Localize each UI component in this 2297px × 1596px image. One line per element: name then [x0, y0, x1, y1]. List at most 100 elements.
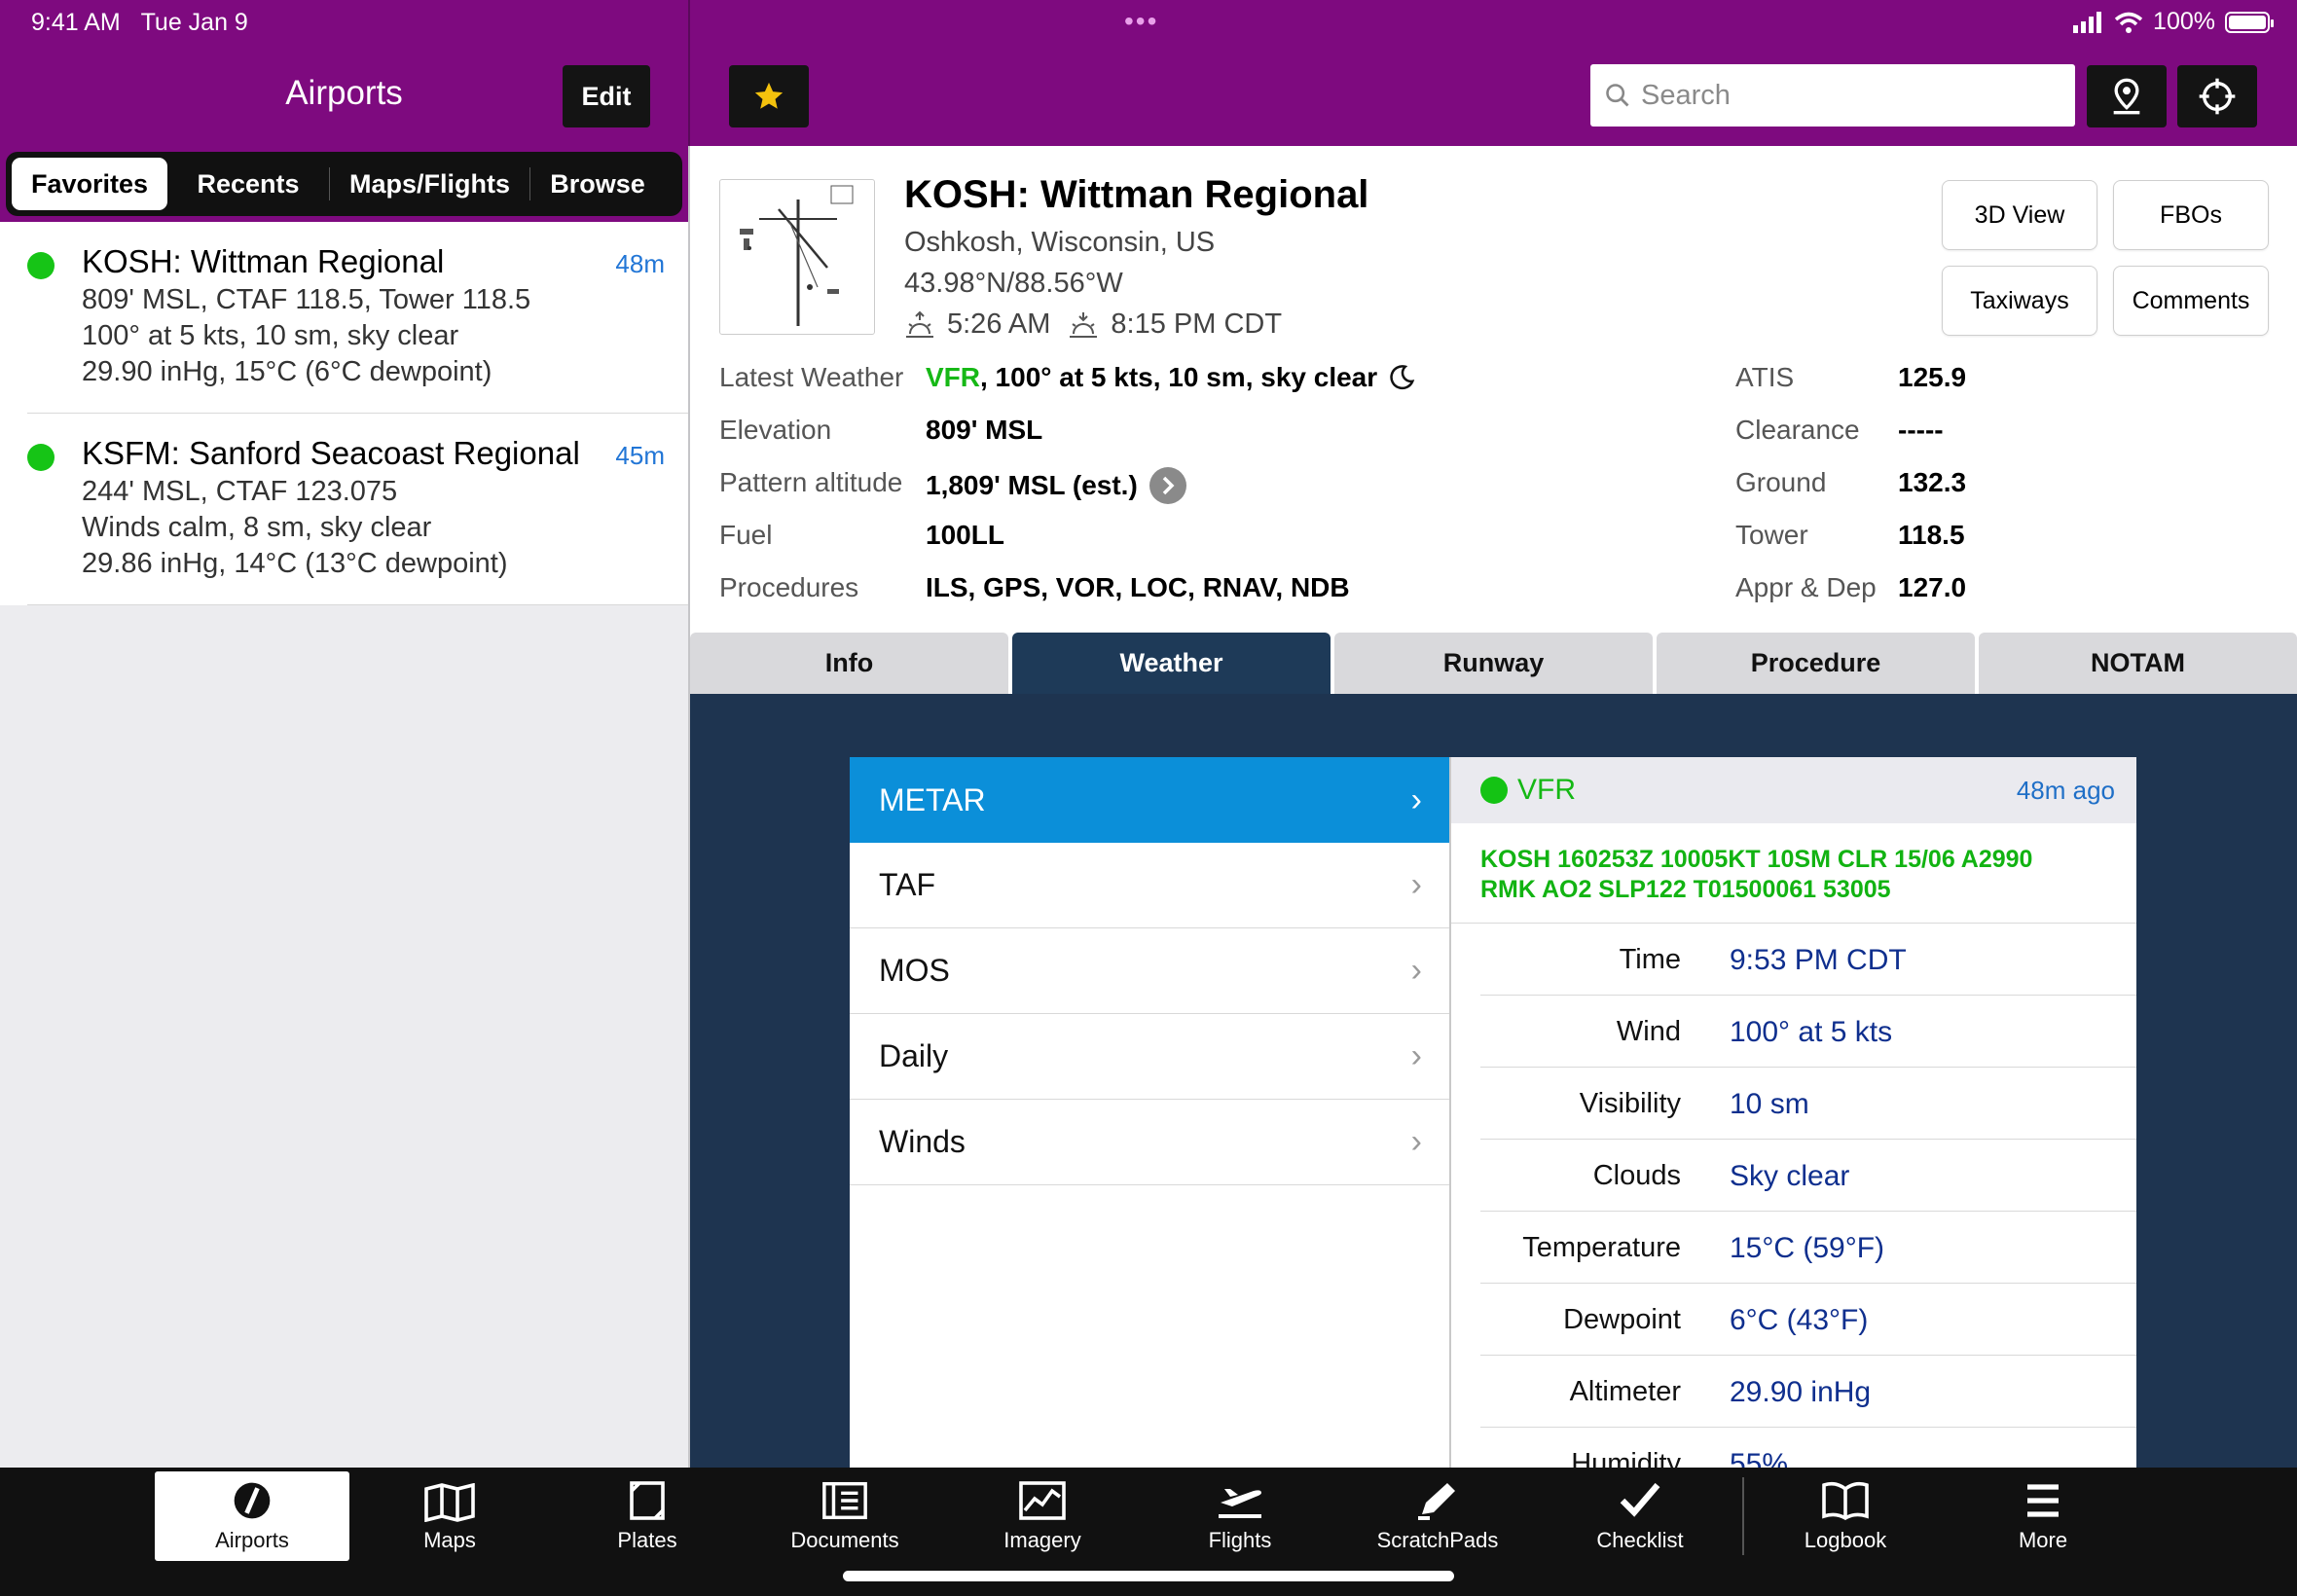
airport-title: KOSH: Wittman Regional	[904, 173, 1369, 216]
tabbar-checklist[interactable]: Checklist	[1543, 1471, 1737, 1561]
tab-weather[interactable]: Weather	[1012, 633, 1331, 694]
favorite-button[interactable]	[729, 65, 809, 127]
tab-notam[interactable]: NOTAM	[1979, 633, 2297, 694]
imagery-icon	[1019, 1481, 1066, 1520]
metar-key: Clouds	[1592, 1160, 1681, 1191]
taxiways-button[interactable]: Taxiways	[1942, 266, 2097, 336]
list-item[interactable]: KOSH: Wittman Regional 48m 809' MSL, CTA…	[27, 222, 688, 414]
metar-row-time: Time 9:53 PM CDT	[1480, 924, 2136, 996]
menu-item-winds[interactable]: Winds ›	[850, 1100, 1449, 1185]
metar-row-altimeter: Altimeter 29.90 inHg	[1480, 1356, 2136, 1428]
latest-weather-label: Latest Weather	[719, 362, 904, 392]
tabbar-flights[interactable]: Flights	[1143, 1471, 1337, 1561]
search-field[interactable]	[1590, 64, 2075, 127]
checkmark-icon	[1620, 1482, 1660, 1517]
fbos-button[interactable]: FBOs	[2113, 180, 2269, 250]
tabbar-plates[interactable]: Plates	[550, 1471, 745, 1561]
airport-detail-line: 29.90 inHg, 15°C (6°C dewpoint)	[82, 356, 492, 387]
clock: 9:41 AM	[31, 9, 121, 36]
fuel-value: 100LL	[926, 520, 1004, 550]
weather-summary: , 100° at 5 kts, 10 sm, sky clear	[980, 362, 1378, 392]
airport-diagram-thumbnail[interactable]	[719, 179, 875, 335]
pattern-altitude-value: 1,809' MSL (est.)	[926, 467, 1186, 504]
metar-row-humidity: Humidity 55%	[1480, 1428, 2136, 1468]
tabbar-label: Flights	[1208, 1528, 1272, 1552]
pattern-altitude-label: Pattern altitude	[719, 467, 903, 497]
menu-label: METAR	[879, 781, 986, 817]
weather-age: 45m	[615, 441, 665, 470]
segment-browse[interactable]: Browse	[530, 158, 665, 210]
menu-item-taf[interactable]: TAF ›	[850, 843, 1449, 928]
metar-key: Temperature	[1522, 1232, 1681, 1263]
search-input[interactable]	[1641, 79, 2050, 112]
chevron-right-icon: ›	[1410, 780, 1422, 818]
latest-weather-value[interactable]: VFR , 100° at 5 kts, 10 sm, sky clear	[926, 362, 1416, 393]
airport-diagram-icon	[740, 185, 854, 326]
tab-procedure[interactable]: Procedure	[1657, 633, 1975, 694]
battery-percent: 100%	[2153, 8, 2215, 35]
segment-favorites[interactable]: Favorites	[12, 158, 167, 210]
flight-rule-label: VFR	[1517, 774, 1576, 806]
appr-dep-frequency[interactable]: 127.0	[1898, 572, 1966, 603]
segment-maps-flights[interactable]: Maps/Flights	[330, 158, 529, 210]
moon-icon	[1390, 365, 1415, 390]
tabbar-logbook[interactable]: Logbook	[1748, 1471, 1943, 1561]
tabbar-imagery[interactable]: Imagery	[945, 1471, 1140, 1561]
wifi-icon	[2114, 12, 2143, 33]
tabbar-maps[interactable]: Maps	[352, 1471, 547, 1561]
menu-label: TAF	[879, 867, 936, 902]
tab-runway[interactable]: Runway	[1334, 633, 1653, 694]
metar-row-visibility: Visibility 10 sm	[1480, 1068, 2136, 1140]
procedures-label: Procedures	[719, 572, 859, 602]
metar-row-dewpoint: Dewpoint 6°C (43°F)	[1480, 1284, 2136, 1356]
3d-view-button[interactable]: 3D View	[1942, 180, 2097, 250]
locate-button[interactable]	[2177, 65, 2257, 127]
airport-coordinates: 43.98°N/88.56°W	[904, 268, 1123, 299]
metar-key: Time	[1619, 944, 1681, 975]
airport-detail-line: 100° at 5 kts, 10 sm, sky clear	[82, 320, 459, 351]
metar-key: Altimeter	[1569, 1376, 1681, 1407]
fuel-label: Fuel	[719, 520, 773, 550]
metar-key: Wind	[1616, 1016, 1681, 1047]
raw-metar-line: KOSH 160253Z 10005KT 10SM CLR 15/06 A299…	[1480, 846, 2033, 873]
tabbar-label: Imagery	[1003, 1528, 1081, 1552]
metar-value: 100° at 5 kts	[1730, 1016, 1893, 1048]
metar-value: 9:53 PM CDT	[1730, 944, 1907, 976]
vfr-status-dot	[27, 252, 55, 279]
tower-frequency[interactable]: 118.5	[1898, 520, 1965, 551]
comments-button[interactable]: Comments	[2113, 266, 2269, 336]
multitask-dots[interactable]: •••	[1124, 6, 1158, 37]
status-indicators: 100%	[2073, 8, 2274, 36]
tabbar-label: ScratchPads	[1376, 1528, 1499, 1552]
tabbar-label: Airports	[215, 1528, 289, 1552]
flight-rule: VFR	[926, 362, 980, 392]
tabbar-airports[interactable]: Airports	[155, 1471, 349, 1561]
airplane-icon	[1219, 1489, 1261, 1518]
ground-frequency[interactable]: 132.3	[1898, 467, 1966, 498]
edit-button[interactable]: Edit	[563, 65, 650, 127]
segment-recents[interactable]: Recents	[167, 158, 329, 210]
tabbar-scratchpads[interactable]: ScratchPads	[1340, 1471, 1535, 1561]
list-item[interactable]: KSFM: Sanford Seacoast Regional 45m 244'…	[27, 414, 688, 605]
airport-detail-line: Winds calm, 8 sm, sky clear	[82, 512, 432, 543]
sunset-icon	[1070, 311, 1098, 338]
chevron-right-circle-icon[interactable]	[1148, 467, 1186, 504]
metar-value: 6°C (43°F)	[1730, 1304, 1869, 1336]
tab-info[interactable]: Info	[690, 633, 1008, 694]
map-pin-button[interactable]	[2087, 65, 2167, 127]
metar-value: 10 sm	[1730, 1088, 1809, 1120]
metar-value: 55%	[1730, 1448, 1789, 1468]
raw-metar-line: RMK AO2 SLP122 T01500061 53005	[1480, 876, 1891, 903]
menu-item-metar[interactable]: METAR ›	[850, 757, 1449, 843]
tabbar-label: Maps	[423, 1528, 476, 1552]
crosshair-icon	[2199, 78, 2236, 115]
menu-item-daily[interactable]: Daily ›	[850, 1014, 1449, 1100]
atis-frequency[interactable]: 125.9	[1898, 362, 1966, 393]
clearance-frequency[interactable]: -----	[1898, 415, 1944, 446]
home-indicator[interactable]	[843, 1571, 1454, 1581]
airport-detail-line: 244' MSL, CTAF 123.075	[82, 476, 398, 507]
vfr-status-dot	[1480, 777, 1508, 804]
menu-item-mos[interactable]: MOS ›	[850, 928, 1449, 1014]
tabbar-more[interactable]: More	[1946, 1471, 2140, 1561]
tabbar-documents[interactable]: Documents	[747, 1471, 942, 1561]
